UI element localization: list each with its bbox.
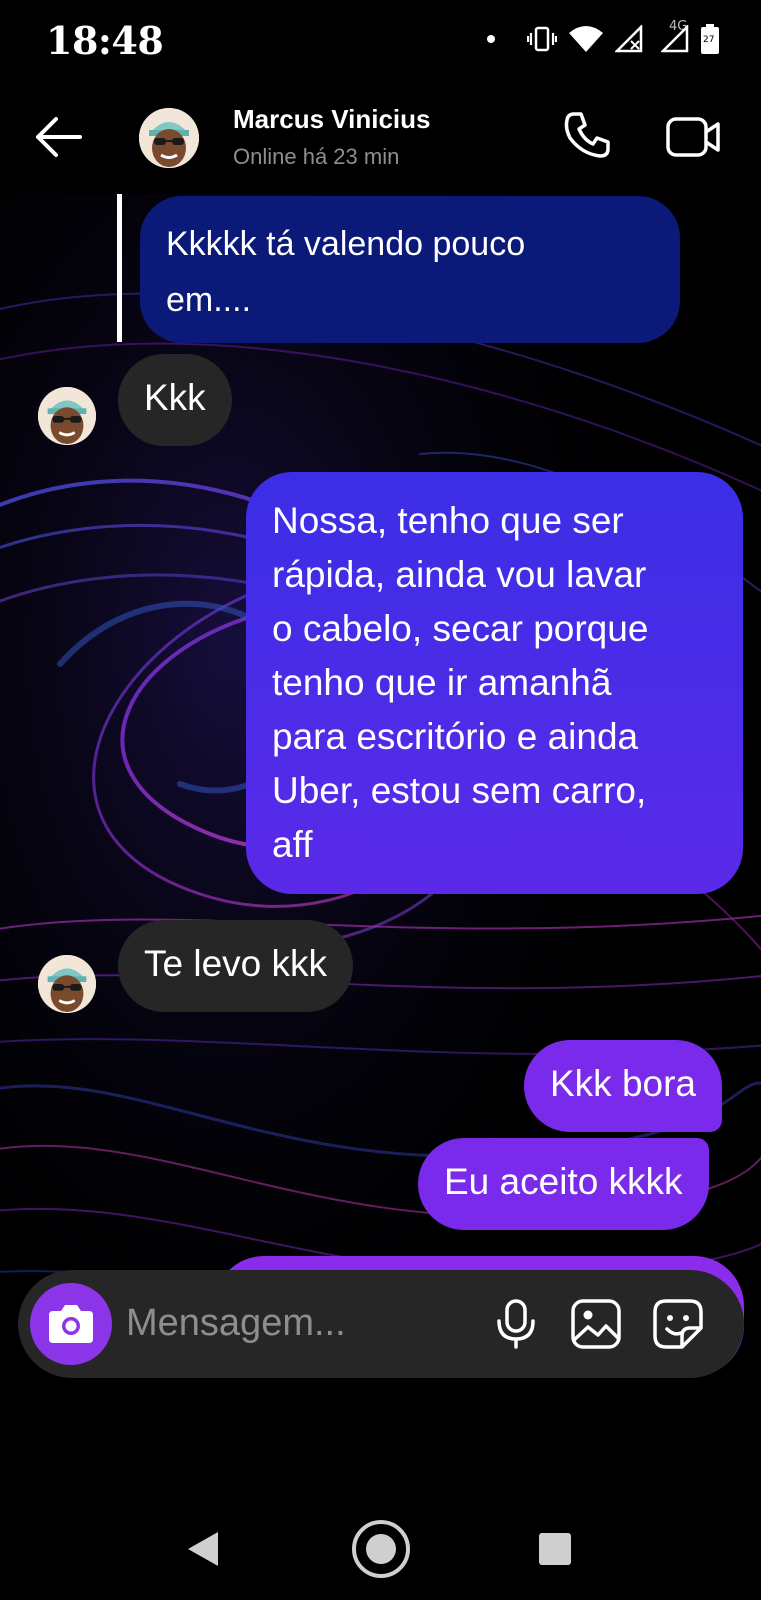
message-line: o cabelo, secar porque bbox=[272, 608, 649, 649]
nav-back-button[interactable] bbox=[186, 1530, 220, 1568]
message-line: aff bbox=[272, 824, 313, 865]
quoted-message-bubble[interactable]: Kkkkk tá valendo pouco em.... bbox=[140, 196, 680, 343]
message-line: tenho que ir amanhã bbox=[272, 662, 612, 703]
message-line: Kkkkk tá valendo pouco bbox=[166, 225, 526, 263]
system-navigation-bar bbox=[0, 1500, 761, 1600]
signal-icon bbox=[661, 25, 689, 53]
avatar-image bbox=[139, 108, 199, 168]
nav-recents-button[interactable] bbox=[538, 1532, 572, 1566]
wifi-icon bbox=[569, 26, 603, 52]
status-bar: 18:48 4G 27 bbox=[0, 0, 761, 80]
microphone-icon bbox=[497, 1299, 535, 1349]
contact-name[interactable]: Marcus Vinicius bbox=[233, 104, 431, 135]
sender-avatar[interactable] bbox=[38, 387, 96, 445]
message-input[interactable] bbox=[126, 1294, 456, 1352]
camera-icon bbox=[49, 1305, 93, 1343]
mobile-signal-1 bbox=[615, 25, 643, 53]
chat-header: Marcus Vinicius Online há 23 min bbox=[0, 80, 761, 194]
nav-home-icon bbox=[352, 1520, 410, 1578]
contact-avatar[interactable] bbox=[139, 108, 199, 168]
sticker-button[interactable] bbox=[652, 1298, 704, 1350]
back-button[interactable] bbox=[34, 116, 82, 158]
nav-home-button[interactable] bbox=[350, 1518, 412, 1580]
voice-call-button[interactable] bbox=[562, 110, 612, 160]
sent-message-bubble[interactable]: Kkk bora bbox=[524, 1040, 723, 1132]
message-line: Te levo kkk bbox=[144, 943, 328, 984]
status-icons: 4G 27 bbox=[487, 19, 719, 56]
video-call-button[interactable] bbox=[666, 116, 722, 158]
gallery-icon bbox=[571, 1299, 621, 1349]
nav-recents-icon bbox=[539, 1533, 571, 1565]
nav-back-icon bbox=[188, 1532, 218, 1566]
back-arrow-icon bbox=[36, 117, 82, 157]
message-line: para escritório e ainda bbox=[272, 716, 639, 757]
received-message-bubble[interactable]: Te levo kkk bbox=[118, 920, 354, 1012]
signal-x-icon bbox=[615, 25, 643, 53]
message-line: em.... bbox=[166, 281, 252, 319]
battery: 27 bbox=[701, 24, 719, 54]
vibrate-icon bbox=[527, 26, 557, 52]
camera-button[interactable] bbox=[30, 1283, 112, 1365]
reply-indicator-bar bbox=[117, 194, 122, 342]
notification-dot-icon bbox=[487, 35, 495, 43]
voice-message-button[interactable] bbox=[492, 1299, 540, 1349]
mobile-signal-2: 4G bbox=[655, 19, 689, 53]
video-camera-icon bbox=[666, 117, 720, 157]
sender-avatar[interactable] bbox=[38, 955, 96, 1013]
phone-icon bbox=[564, 112, 610, 158]
message-line: Kkk bbox=[144, 377, 206, 418]
chat-screen: 18:48 4G 27 Marcus Vinicius Online há 23… bbox=[0, 0, 761, 1600]
gallery-button[interactable] bbox=[570, 1298, 622, 1350]
received-message-bubble[interactable]: Kkk bbox=[118, 354, 232, 446]
contact-status: Online há 23 min bbox=[233, 144, 400, 169]
message-line: Nossa, tenho que ser bbox=[272, 500, 624, 541]
sent-message-bubble[interactable]: Eu aceito kkkk bbox=[418, 1138, 709, 1230]
message-composer bbox=[18, 1270, 744, 1378]
avatar-image bbox=[38, 955, 96, 1013]
message-line: Uber, estou sem carro, bbox=[272, 770, 647, 811]
sticker-icon bbox=[653, 1299, 703, 1349]
message-line: Kkk bora bbox=[550, 1063, 697, 1104]
message-line: rápida, ainda vou lavar bbox=[272, 554, 647, 595]
sent-message-bubble[interactable]: Nossa, tenho que ser rápida, ainda vou l… bbox=[246, 472, 743, 894]
battery-level: 27 bbox=[703, 35, 715, 45]
message-line: Eu aceito kkkk bbox=[444, 1161, 683, 1202]
status-time: 18:48 bbox=[46, 18, 164, 63]
avatar-image bbox=[38, 387, 96, 445]
